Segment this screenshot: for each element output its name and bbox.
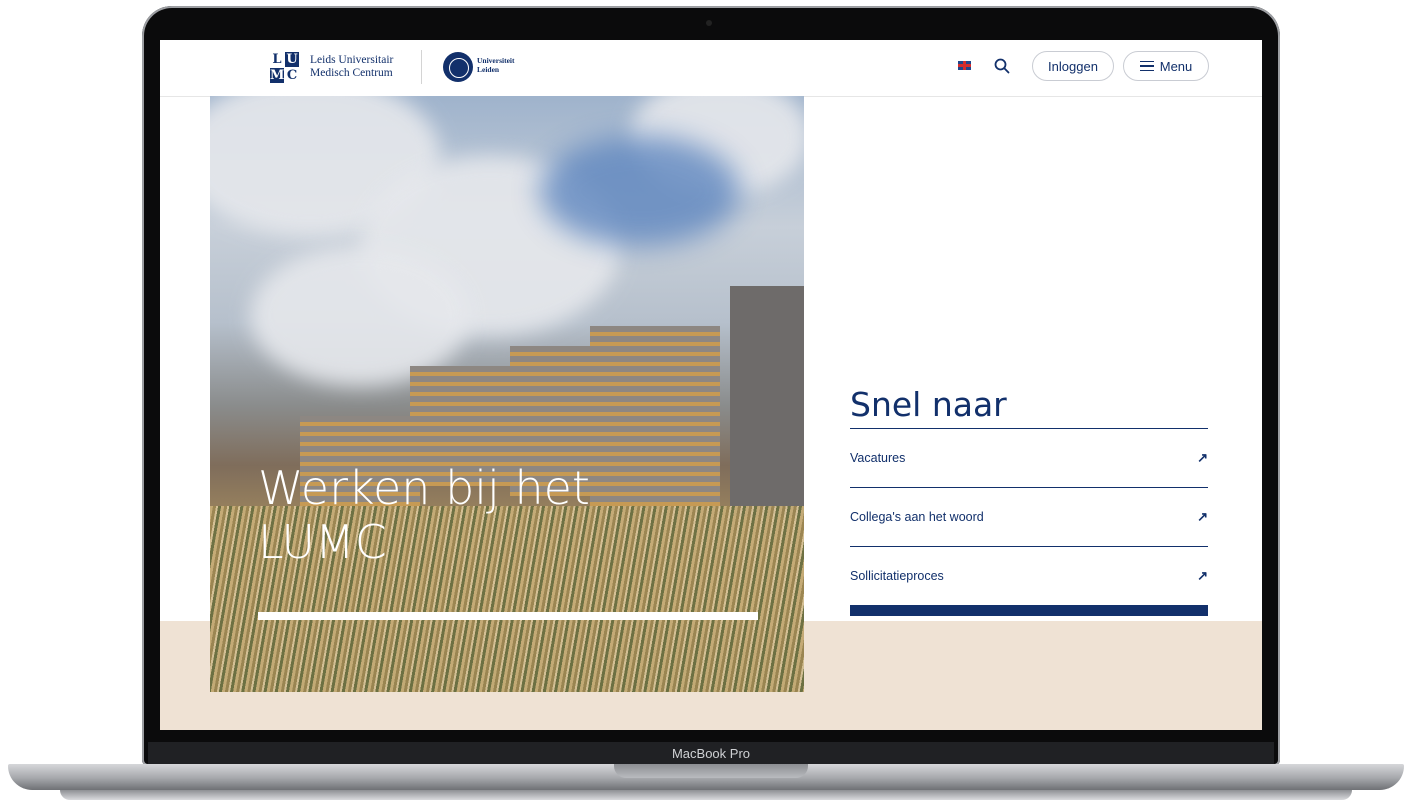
logo-divider: [421, 50, 422, 84]
link-label: Vacatures: [850, 451, 906, 465]
snel-naar-title: Snel naar: [850, 385, 1007, 424]
link-sollicitatieproces[interactable]: Sollicitatieproces ↗: [850, 547, 1208, 606]
lumc-name[interactable]: Leids Universitair Medisch Centrum: [310, 54, 393, 80]
arrow-up-right-icon: ↗: [1197, 450, 1208, 465]
blue-sky-patch: [540, 136, 740, 246]
leiden-university-name[interactable]: Universiteit Leiden: [477, 56, 515, 74]
browser-screen: L U M C Leids Universitair Medisch Centr…: [160, 40, 1262, 730]
site-header: L U M C Leids Universitair Medisch Centr…: [160, 40, 1262, 97]
laptop-notch: [614, 764, 808, 778]
snel-naar-panel: Snel naar Vacatures ↗ Collega's aan het …: [850, 382, 1208, 616]
uni-line2: Leiden: [477, 65, 500, 74]
arrow-up-right-icon: ↗: [1197, 509, 1208, 524]
link-label: Collega's aan het woord: [850, 510, 984, 524]
hero-title-line1: Werken bij het: [258, 461, 590, 515]
building-shape: [590, 326, 720, 506]
english-flag-icon[interactable]: [958, 61, 971, 70]
lumc-logo[interactable]: L U M C: [270, 52, 300, 84]
menu-label: Menu: [1159, 58, 1193, 74]
link-vacatures[interactable]: Vacatures ↗: [850, 429, 1208, 488]
hero-title-line2: LUMC: [258, 515, 387, 569]
logo-letter-l: L: [272, 52, 282, 67]
logo-letter-u: U: [285, 52, 299, 67]
cloud-shape: [250, 246, 470, 386]
hero-image: Werken bij het LUMC: [210, 96, 804, 692]
uni-line1: Universiteit: [477, 56, 515, 65]
logo-letter-m: M: [270, 68, 285, 83]
link-label: Sollicitatieproces: [850, 569, 944, 583]
laptop-chin: MacBook Pro: [148, 742, 1274, 764]
leiden-seal-icon[interactable]: [443, 52, 473, 82]
hero-title: Werken bij het LUMC: [258, 461, 590, 569]
hamburger-icon: [1139, 61, 1154, 71]
arrow-up-right-icon: ↗: [1197, 568, 1208, 583]
logo-letter-c: C: [286, 68, 298, 83]
hero-underline: [258, 612, 758, 620]
blue-accent-bar: [850, 606, 1208, 616]
device-label: MacBook Pro: [671, 745, 751, 761]
lumc-name-line1: Leids Universitair: [310, 54, 394, 66]
lumc-name-line2: Medisch Centrum: [310, 67, 393, 79]
login-button[interactable]: Inloggen: [1032, 51, 1114, 81]
camera-dot: [706, 20, 712, 26]
menu-button[interactable]: Menu: [1123, 51, 1209, 81]
search-icon[interactable]: [994, 58, 1010, 74]
laptop-base-edge: [60, 790, 1352, 800]
login-label: Inloggen: [1048, 58, 1098, 74]
link-collegas[interactable]: Collega's aan het woord ↗: [850, 488, 1208, 547]
building-tower: [730, 286, 804, 516]
